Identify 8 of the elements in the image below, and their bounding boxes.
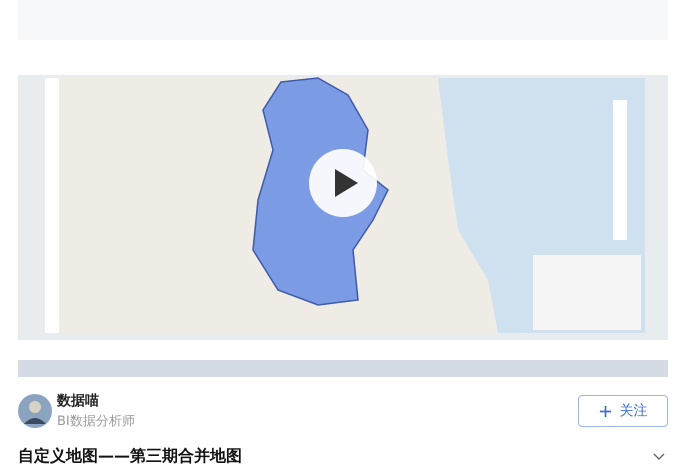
author-role: BI数据分析师 — [57, 413, 136, 430]
avatar[interactable] — [18, 394, 52, 428]
follow-button[interactable]: 关注 — [578, 395, 668, 427]
video-title: 自定义地图——第三期合并地图 — [18, 446, 242, 466]
author-name[interactable]: 数据喵 — [57, 392, 578, 410]
chevron-down-icon[interactable] — [653, 452, 665, 460]
plus-icon — [598, 404, 612, 418]
play-button[interactable] — [308, 148, 378, 218]
